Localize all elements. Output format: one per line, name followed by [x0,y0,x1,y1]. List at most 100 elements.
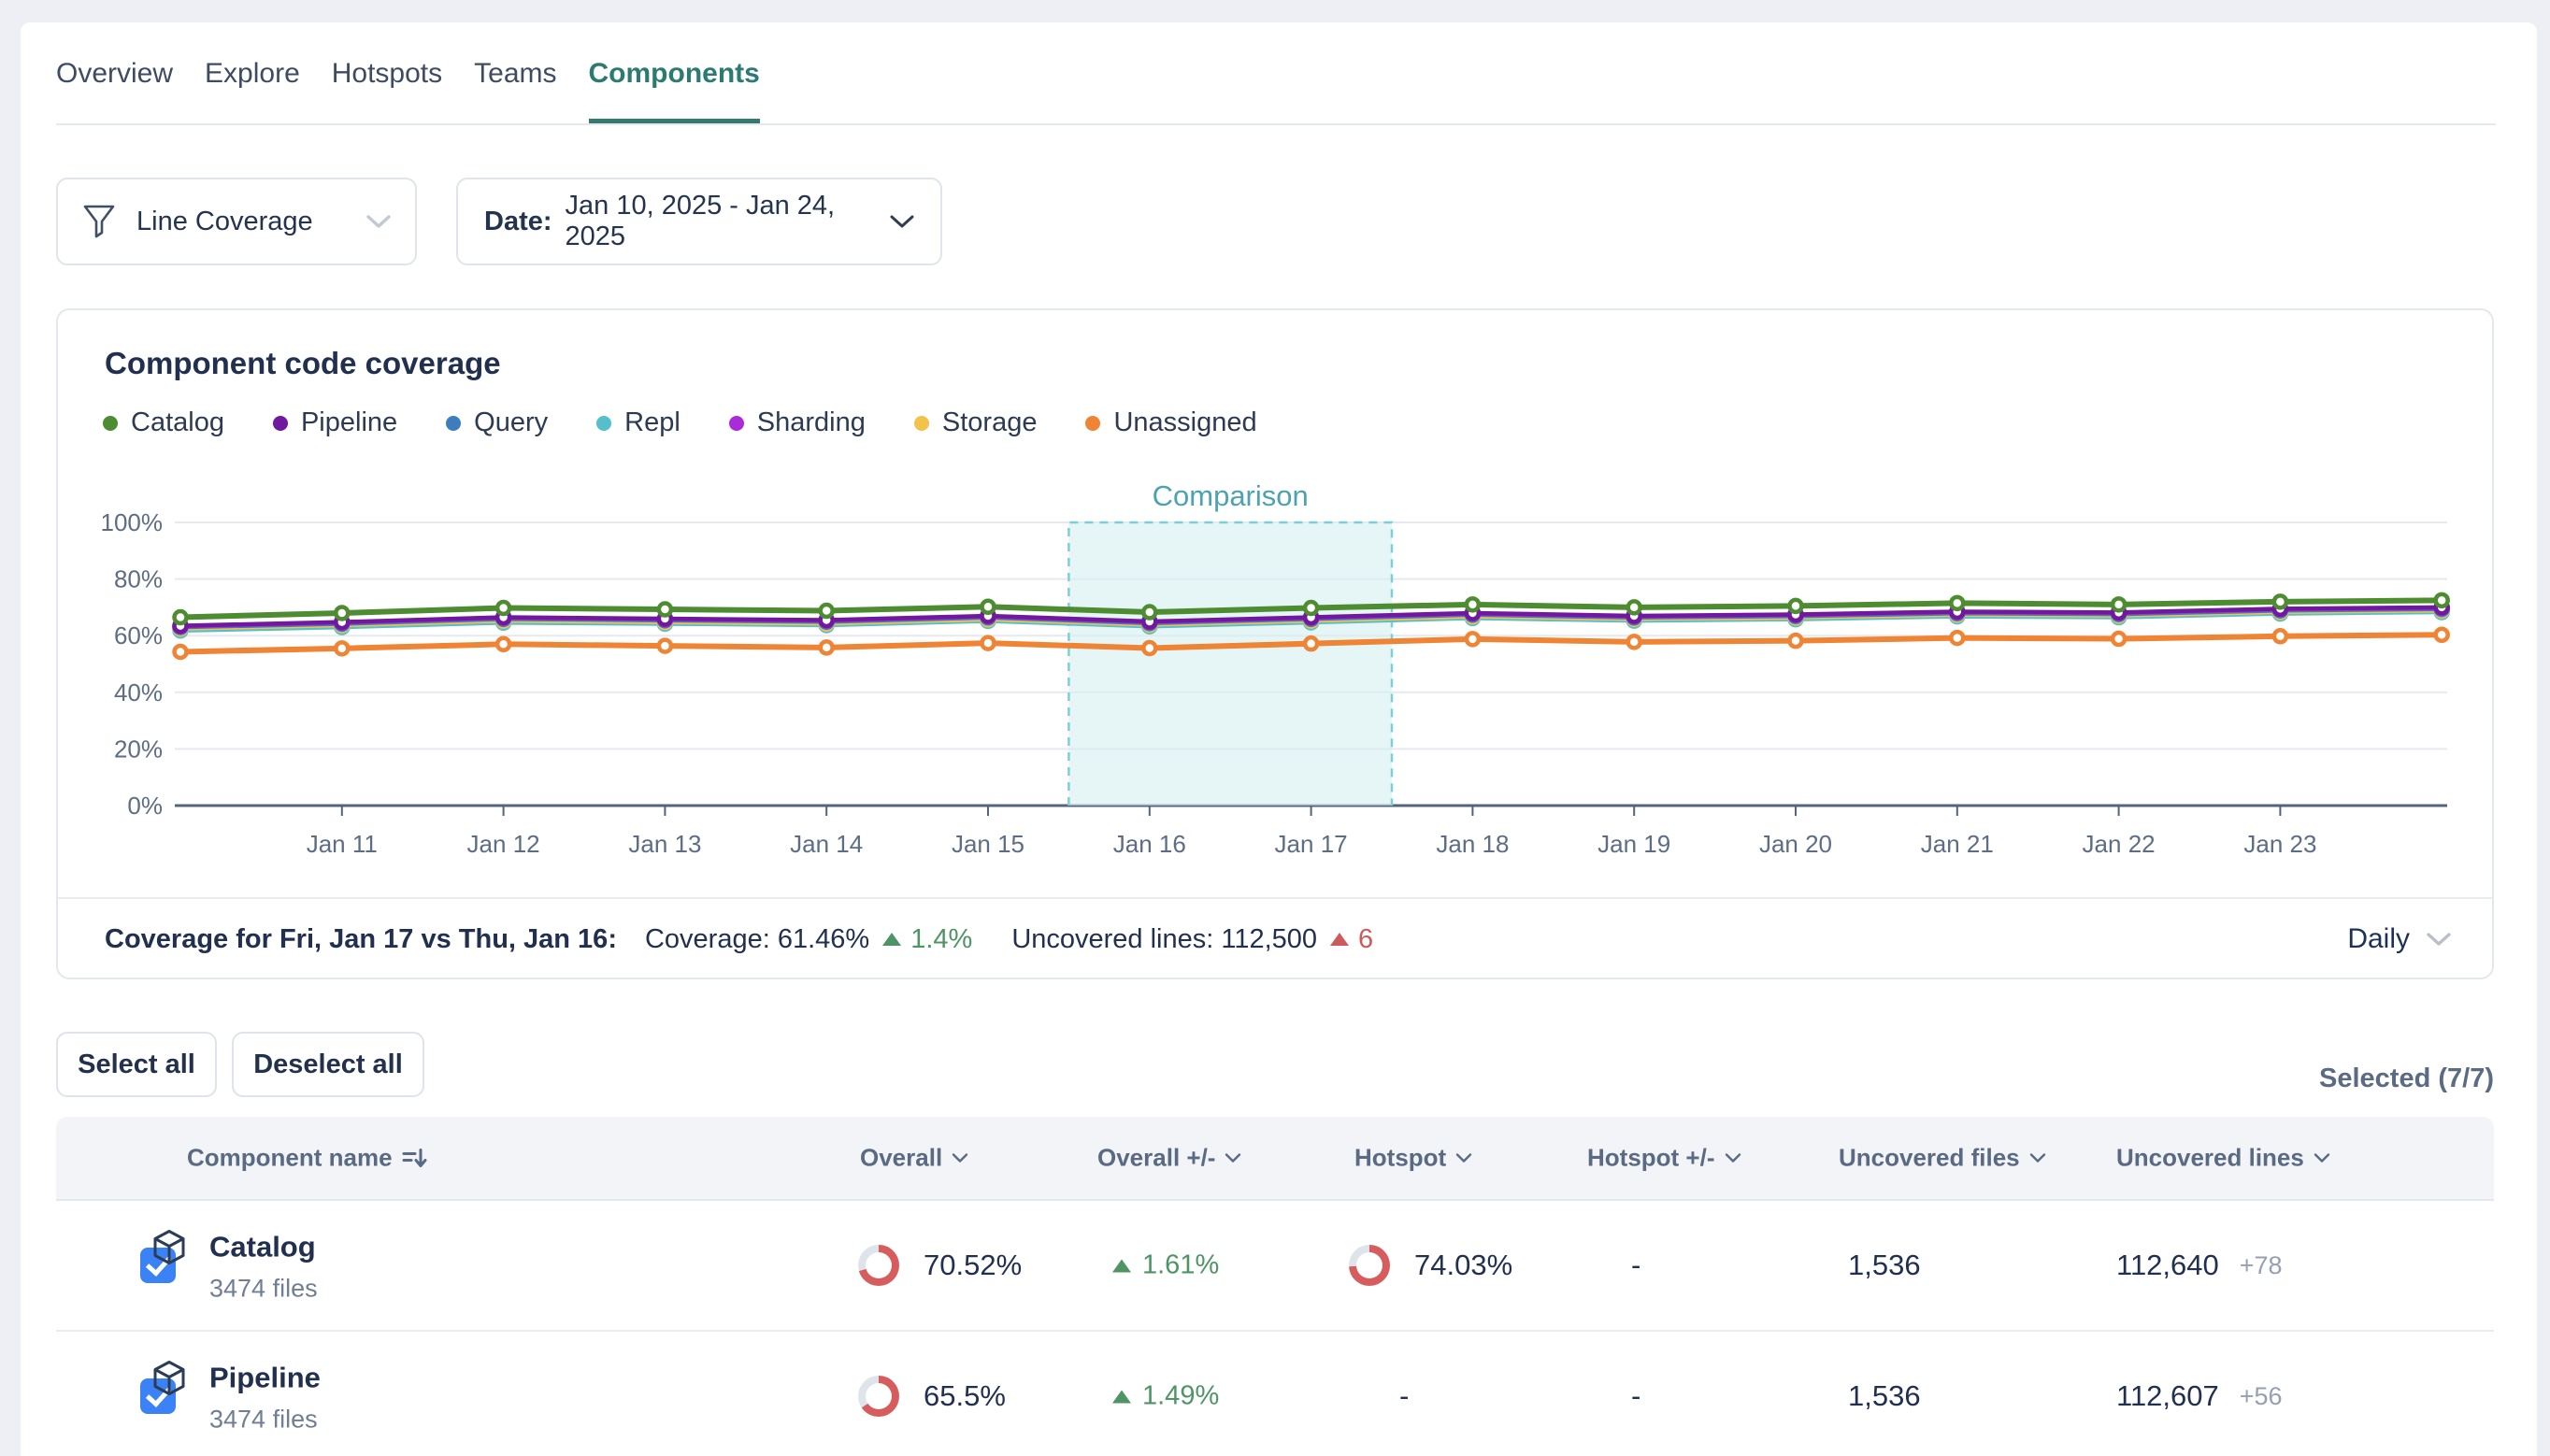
component-name-line: Pipeline [150,1359,321,1398]
chevron-down-icon [1725,1153,1741,1163]
coverage-type-label: Line Coverage [136,207,346,237]
hotspot-delta-cell: - [1631,1249,1640,1282]
deselect-all-button[interactable]: Deselect all [232,1032,424,1097]
svg-text:Jan 15: Jan 15 [952,830,1024,858]
page: Overview Explore Hotspots Teams Componen… [0,0,2550,1456]
legend-dot-icon [446,416,461,431]
chevron-down-icon [2029,1153,2046,1163]
tab-components[interactable]: Components [589,52,760,125]
up-triangle-icon [1112,1259,1131,1272]
chevron-down-icon [1225,1153,1241,1163]
svg-text:Jan 23: Jan 23 [2243,830,2316,858]
column-header-hotspot[interactable]: Hotspot [1354,1144,1472,1173]
granularity-select[interactable]: Daily [2347,899,2451,979]
svg-text:60%: 60% [114,621,163,649]
column-label: Hotspot +/- [1587,1144,1715,1173]
legend-dot-icon [914,416,929,431]
component-cube-icon [150,1228,189,1267]
overall-delta-cell: 1.49% [1112,1381,1219,1412]
comparison-context: Coverage for Fri, Jan 17 vs Thu, Jan 16: [105,924,617,955]
column-header-overall[interactable]: Overall [860,1144,968,1173]
svg-text:Jan 19: Jan 19 [1597,830,1670,858]
legend-label: Query [474,407,548,438]
overall-value: 65.5% [924,1379,1006,1413]
svg-text:Jan 18: Jan 18 [1436,830,1509,858]
coverage-type-filter[interactable]: Line Coverage [56,178,417,265]
overall-value: 70.52% [924,1249,1022,1282]
legend-dot-icon [596,416,611,431]
chart-card: Component code coverage CatalogPipelineQ… [56,308,2494,979]
component-name-cell[interactable]: Pipeline 3474 files [150,1359,321,1435]
svg-text:20%: 20% [114,735,163,763]
svg-text:80%: 80% [114,565,163,593]
component-name-cell[interactable]: Catalog3474 files [150,1228,318,1304]
column-label: Uncovered lines [2116,1144,2304,1173]
legend-item-catalog[interactable]: Catalog [103,407,224,438]
coverage-chart[interactable]: 0%20%40%60%80%100%Jan 11Jan 12Jan 13Jan … [58,465,2492,878]
overall-delta-cell: 1.61% [1112,1250,1219,1281]
tab-hotspots[interactable]: Hotspots [332,52,442,125]
table-row-pipeline: Pipeline3474 files65.5%1.49%--1,536112,6… [56,1332,2494,1456]
chevron-down-icon [2427,932,2451,947]
component-name: Catalog [209,1231,316,1264]
sort-icon [402,1146,428,1170]
overall-cell: 70.52% [858,1245,1022,1286]
svg-text:100%: 100% [101,508,164,536]
uncovered-lines-delta: +78 [2240,1251,2283,1280]
svg-text:Jan 20: Jan 20 [1759,830,1832,858]
select-all-button[interactable]: Select all [56,1032,217,1097]
legend-item-sharding[interactable]: Sharding [729,407,866,438]
legend-item-pipeline[interactable]: Pipeline [273,407,397,438]
column-header-uncovered-lines[interactable]: Uncovered lines [2116,1144,2330,1173]
column-label: Component name [187,1144,393,1173]
tab-explore[interactable]: Explore [205,52,300,125]
legend-item-query[interactable]: Query [446,407,548,438]
legend-label: Repl [624,407,680,438]
column-header-uncovered-files[interactable]: Uncovered files [1839,1144,2046,1173]
overall-delta-value: 1.49% [1142,1381,1219,1412]
funnel-icon [82,204,116,239]
comparison-region[interactable] [1068,522,1392,806]
uncovered-delta: 6 [1358,924,1373,955]
uncovered-lines-cell: 112,607+56 [2116,1379,2283,1413]
svg-text:40%: 40% [114,678,163,707]
tab-overview[interactable]: Overview [56,52,173,125]
column-header-overall-delta[interactable]: Overall +/- [1097,1144,1241,1173]
legend-label: Catalog [131,407,224,438]
comparison-label: Comparison [1153,479,1309,512]
uncovered-lines-cell: 112,640+78 [2116,1249,2283,1282]
legend-label: Unassigned [1113,407,1256,438]
svg-text:Jan 14: Jan 14 [790,830,863,858]
coverage-ring [858,1245,899,1286]
granularity-value: Daily [2347,923,2410,955]
hotspot-delta-cell: - [1631,1379,1640,1413]
column-label: Overall +/- [1097,1144,1215,1173]
chart-area: 0%20%40%60%80%100%Jan 11Jan 12Jan 13Jan … [58,465,2492,878]
legend-label: Storage [942,407,1038,438]
column-header-component-name[interactable]: Component name [187,1144,428,1173]
chevron-down-icon [366,214,391,229]
legend-item-repl[interactable]: Repl [596,407,680,438]
legend-dot-icon [729,416,744,431]
legend-item-storage[interactable]: Storage [914,407,1038,438]
svg-text:Jan 12: Jan 12 [467,830,540,858]
tab-divider [56,123,2496,125]
svg-text:Jan 17: Jan 17 [1275,830,1348,858]
table-body: Catalog3474 files70.52%1.61%74.03%-1,536… [56,1201,2494,1456]
hotspot-cell: 74.03% [1349,1245,1512,1286]
hotspot-cell: - [1399,1379,1409,1413]
column-header-hotspot-delta[interactable]: Hotspot +/- [1587,1144,1741,1173]
component-file-count: 3474 files [209,1406,321,1435]
svg-text:Jan 21: Jan 21 [1921,830,1994,858]
component-cube-icon [150,1359,189,1398]
coverage-ring [858,1376,899,1417]
date-range-filter[interactable]: Date: Jan 10, 2025 - Jan 24, 2025 [456,178,942,265]
hotspot-value: 74.03% [1414,1249,1512,1282]
legend-item-unassigned[interactable]: Unassigned [1085,407,1256,438]
coverage-metric: Coverage: 61.46% [645,924,869,955]
up-triangle-icon [882,933,901,946]
tab-teams[interactable]: Teams [474,52,556,125]
coverage-ring [1349,1245,1390,1286]
table-header: Component name Overall Overall +/- Hotsp… [56,1117,2494,1201]
overall-delta-value: 1.61% [1142,1250,1219,1281]
